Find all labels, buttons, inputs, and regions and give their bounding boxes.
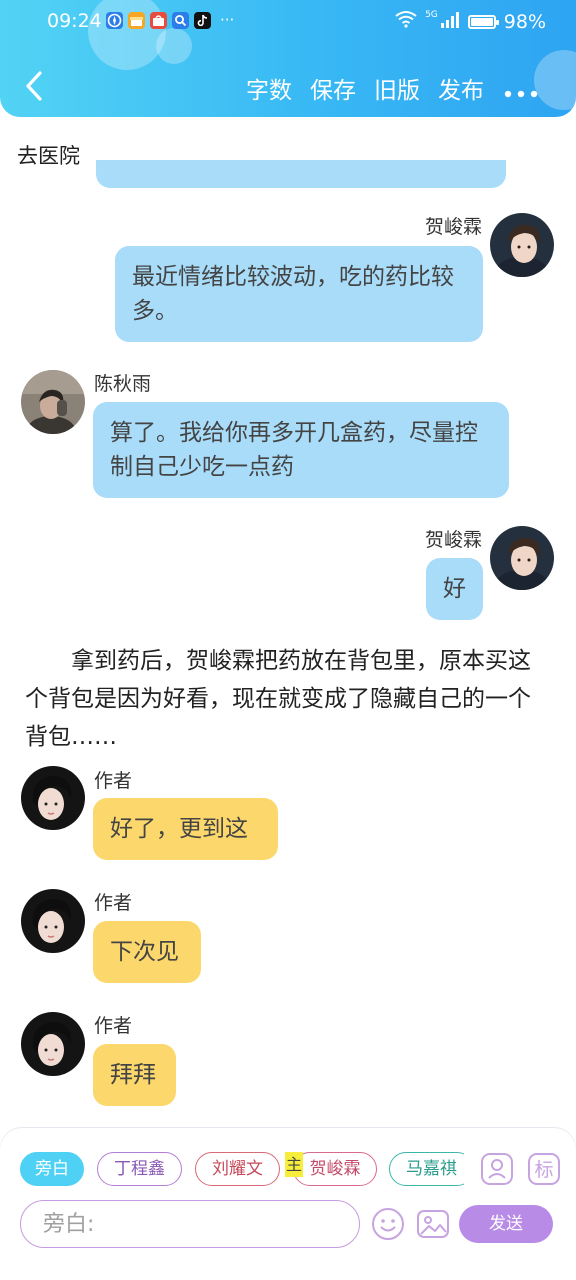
publish-button[interactable]: 发布 [438,71,484,105]
mark-button[interactable]: 标 [527,1152,561,1186]
nav-actions: 字数 保存 旧版 发布 [246,71,484,105]
back-button[interactable] [16,68,52,104]
avatar-he-junlin[interactable] [490,213,554,277]
avatar-author[interactable] [21,1012,85,1076]
nav-bar: 字数 保存 旧版 发布 [0,62,576,112]
send-button[interactable]: 发送 [459,1205,553,1243]
character-manage-button[interactable] [480,1152,514,1186]
signal-icon [440,11,460,33]
character-chips: 旁白 丁程鑫 刘耀文 贺峻霖 马嘉祺 [20,1152,464,1188]
image-button[interactable] [416,1207,450,1241]
narration-paragraph: 拿到药后，贺峻霖把药放在背包里，原本买这个背包是因为好看，现在就变成了隐藏自己的… [25,648,531,750]
chip-character[interactable]: 丁程鑫 [97,1152,182,1186]
status-more-indicator: ··· [220,11,235,29]
compass-app-icon [106,12,123,29]
app-header: 09:24 ··· 5G 98% 字数 保存 旧版 发布 [0,0,576,117]
message-bubble: 好了，更到这 [93,798,278,860]
sender-name: 作者 [94,892,133,914]
message-bubble: 最近情绪比较波动，吃的药比较多。 [115,246,483,342]
status-app-icons: ··· [106,12,234,29]
sender-name: 陈秋雨 [94,373,152,395]
battery-icon [467,14,499,29]
message-bubble: 算了。我给你再多开几盒药，尽量控制自己少吃一点药 [93,402,509,498]
word-count-button[interactable]: 字数 [246,71,292,105]
partial-message-bubble [96,160,506,188]
message-bubble: 拜拜 [93,1044,176,1106]
narration-text: 去医院 [17,144,80,168]
shop-app-icon [150,12,167,29]
avatar-author[interactable] [21,889,85,953]
status-bar: 09:24 ··· 5G 98% [0,6,576,38]
mark-label: 标 [534,1159,553,1181]
sender-name: 作者 [94,1015,133,1037]
old-version-button[interactable]: 旧版 [374,71,420,105]
smiley-icon [372,1208,404,1240]
image-icon [417,1210,449,1238]
network-type: 5G [425,9,438,20]
message-bubble: 下次见 [93,921,201,983]
emoji-button[interactable] [371,1207,405,1241]
wifi-icon [395,10,417,33]
sender-name: 贺峻霖 [424,216,482,238]
sender-name: 作者 [94,770,133,792]
mark-icon: 标 [528,1153,560,1185]
chip-narration[interactable]: 旁白 [20,1152,84,1186]
status-right: 5G 98% [395,10,546,33]
save-button[interactable]: 保存 [310,71,356,105]
sender-name: 贺峻霖 [424,529,482,551]
person-card-icon [481,1153,513,1185]
chip-character-main[interactable]: 贺峻霖 [293,1152,377,1186]
avatar-chen-qiuyu[interactable] [21,370,85,434]
avatar-author[interactable] [21,766,85,830]
chip-character[interactable]: 刘耀文 [195,1152,280,1186]
tiktok-app-icon [194,12,211,29]
status-time: 09:24 [47,10,102,32]
more-options-button[interactable] [504,83,538,98]
message-input[interactable] [20,1200,360,1248]
chevron-left-icon [26,71,42,101]
search-app-icon [172,12,189,29]
chip-character[interactable]: 马嘉祺 [389,1152,464,1186]
message-bubble: 好 [426,558,483,620]
battery-percent: 98% [503,10,546,33]
more-dots-icon [504,90,538,98]
gift-app-icon [128,12,145,29]
main-character-tag: 主 [285,1152,303,1177]
avatar-he-junlin[interactable] [490,526,554,590]
